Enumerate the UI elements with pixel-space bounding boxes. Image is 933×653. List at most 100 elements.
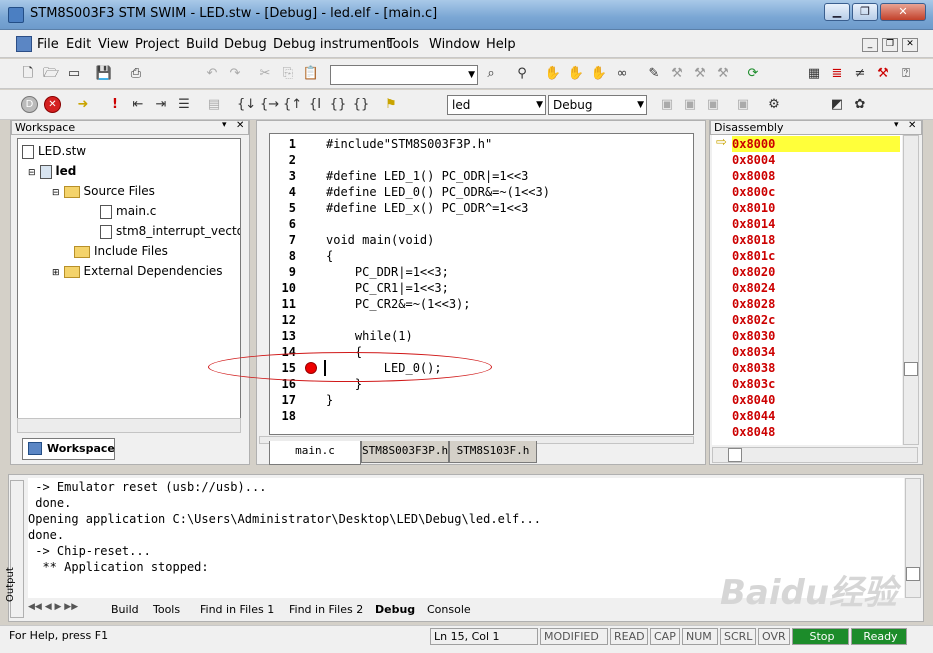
disassembly-view[interactable]: ⇨ 0x8000 0x8004 0x8008 0x800c 0x8010 0x8014 0x…	[712, 135, 902, 445]
menu-tools[interactable]: Tools	[387, 37, 419, 52]
cut-icon[interactable]: ✂	[256, 65, 274, 83]
menu-debug[interactable]: Debug	[224, 37, 267, 52]
reset-icon[interactable]: ⇤	[129, 96, 147, 114]
tool-disabled-icon[interactable]: ⚒	[714, 65, 732, 83]
output-tab-nav[interactable]: ◀◀ ◀ ▶ ▶▶	[28, 602, 98, 618]
marker-icon[interactable]: ✎	[645, 65, 663, 83]
project-combo[interactable]: led ▼	[447, 95, 546, 115]
dialog-icon[interactable]: ⍰	[897, 65, 915, 83]
tree-item-workspace[interactable]: LED.stw	[22, 141, 86, 161]
step-out-icon[interactable]: {↑	[283, 96, 302, 114]
output-tab-build[interactable]: Build	[111, 602, 139, 618]
redo-icon[interactable]: ↷	[226, 65, 244, 83]
disassembly-scroll-thumb[interactable]	[904, 362, 918, 376]
hand-stop-icon[interactable]: ✋	[567, 65, 585, 83]
search-combo[interactable]: ▼	[330, 65, 478, 85]
disassembly-hscroll-thumb[interactable]	[728, 448, 742, 462]
output-tab-tools[interactable]: Tools	[153, 602, 180, 618]
undo-icon[interactable]: ↶	[203, 65, 221, 83]
debug-icon[interactable]: D	[21, 96, 38, 113]
config-combo-value: Debug	[553, 98, 593, 112]
not-equal-icon[interactable]: ≠	[851, 65, 869, 83]
menu-project[interactable]: Project	[135, 37, 179, 52]
menu-debug-instrument[interactable]: Debug instrument	[273, 37, 391, 52]
chevron-down-icon[interactable]: ▾	[222, 120, 227, 130]
print-icon[interactable]: ⎙	[127, 65, 145, 83]
menu-view[interactable]: View	[98, 37, 129, 52]
output-tab-console[interactable]: Console	[427, 602, 471, 618]
tree-item-interrupt-vector[interactable]: stm8_interrupt_vecto	[100, 221, 240, 241]
tree-item-external-deps[interactable]: ⊞ External Dependencies	[52, 261, 223, 281]
tree-item-include-files[interactable]: Include Files	[74, 241, 168, 261]
editor-tab-stm8s103f-h[interactable]: STM8S103F.h	[449, 441, 537, 463]
editor-tab-main-c[interactable]: main.c	[269, 441, 361, 465]
step-list-icon[interactable]: ☰	[175, 96, 193, 114]
output-tab-find-in-files-2[interactable]: Find in Files 2	[289, 602, 363, 618]
menu-window[interactable]: Window	[429, 37, 480, 52]
editor-tab-stm8s003f3p-h[interactable]: STM8S003F3P.h	[361, 441, 449, 463]
clean-icon[interactable]: ▣	[734, 96, 752, 114]
glasses-icon[interactable]: ∞	[613, 65, 631, 83]
run-to-cursor-icon[interactable]: {I	[306, 96, 324, 114]
break-icon[interactable]: !	[106, 96, 124, 114]
compile-icon[interactable]: ▣	[658, 96, 676, 114]
code-editor[interactable]: 1 #include"STM8S003F3P.h" 2 3 #define LED_1(…	[269, 133, 694, 435]
output-scroll-thumb[interactable]	[906, 567, 920, 581]
workspace-tab-icon	[28, 442, 42, 455]
run-arrow-icon[interactable]: ➜	[74, 96, 92, 114]
close-button[interactable]: ✕	[880, 3, 926, 21]
tree-item-project[interactable]: ⊟ led	[28, 161, 76, 181]
mdi-restore-button[interactable]: ❐	[882, 38, 898, 52]
find-icon[interactable]: ⌕	[482, 65, 500, 83]
step-into-icon[interactable]: {↓	[237, 96, 256, 114]
step-icon[interactable]: ⇥	[152, 96, 170, 114]
disassembly-vscrollbar[interactable]	[903, 135, 919, 445]
new-file-icon[interactable]: 🗋	[19, 65, 37, 83]
binoculars-icon[interactable]: ⚲	[513, 65, 531, 83]
refresh-icon[interactable]: ⟳	[744, 65, 762, 83]
copy-icon[interactable]: ⎘	[279, 65, 297, 83]
open-file-icon[interactable]: 🗁	[42, 65, 60, 83]
bars-icon[interactable]: ≣	[828, 65, 846, 83]
stop-debug-icon[interactable]: ✕	[44, 96, 61, 113]
build-icon[interactable]: ▣	[681, 96, 699, 114]
page-icon[interactable]: ▤	[205, 96, 223, 114]
tree-item-main-c[interactable]: main.c	[100, 201, 156, 221]
menu-help[interactable]: Help	[486, 37, 516, 52]
output-tab-debug[interactable]: Debug	[375, 602, 415, 618]
rebuild-icon[interactable]: ▣	[704, 96, 722, 114]
disassembly-hscrollbar[interactable]	[712, 447, 918, 463]
chevron-down-icon[interactable]: ▾	[894, 120, 899, 130]
menu-edit[interactable]: Edit	[66, 37, 91, 52]
mdi-close-button[interactable]: ✕	[902, 38, 918, 52]
menu-build[interactable]: Build	[186, 37, 219, 52]
tool-disabled-icon[interactable]: ⚒	[691, 65, 709, 83]
output-tab-find-in-files-1[interactable]: Find in Files 1	[200, 602, 274, 618]
menu-file[interactable]: File	[37, 37, 59, 52]
brace-icon[interactable]: {}	[352, 96, 370, 114]
flag-icon[interactable]: ⚑	[382, 96, 400, 114]
palette-icon[interactable]: ✿	[851, 96, 869, 114]
config-combo[interactable]: Debug ▼	[548, 95, 647, 115]
close-icon[interactable]: ✕	[236, 120, 244, 131]
open-window-icon[interactable]: ▭	[65, 65, 83, 83]
collapse-icon: ⊟	[28, 168, 36, 178]
tree-item-source-files[interactable]: ⊟ Source Files	[52, 181, 155, 201]
save-icon[interactable]: 💾	[95, 65, 113, 83]
mdi-minimize-button[interactable]: _	[862, 38, 878, 52]
tool-disabled-icon[interactable]: ⚒	[668, 65, 686, 83]
maximize-button[interactable]: ❐	[852, 3, 878, 21]
minimize-button[interactable]: ▁	[824, 3, 850, 21]
chart-icon[interactable]: ◩	[828, 96, 846, 114]
close-icon[interactable]: ✕	[908, 120, 916, 131]
hand-cross-icon[interactable]: ✋	[590, 65, 608, 83]
app-icon	[8, 7, 24, 23]
settings-icon[interactable]: ⚙	[765, 96, 783, 114]
step-over-icon[interactable]: {→	[260, 96, 279, 114]
step-asm-icon[interactable]: {}	[329, 96, 347, 114]
tools-icon[interactable]: ⚒	[874, 65, 892, 83]
workspace-hscrollbar[interactable]	[17, 418, 241, 433]
chip-icon[interactable]: ▦	[805, 65, 823, 83]
hand-icon[interactable]: ✋	[544, 65, 562, 83]
paste-icon[interactable]: 📋	[302, 65, 320, 83]
